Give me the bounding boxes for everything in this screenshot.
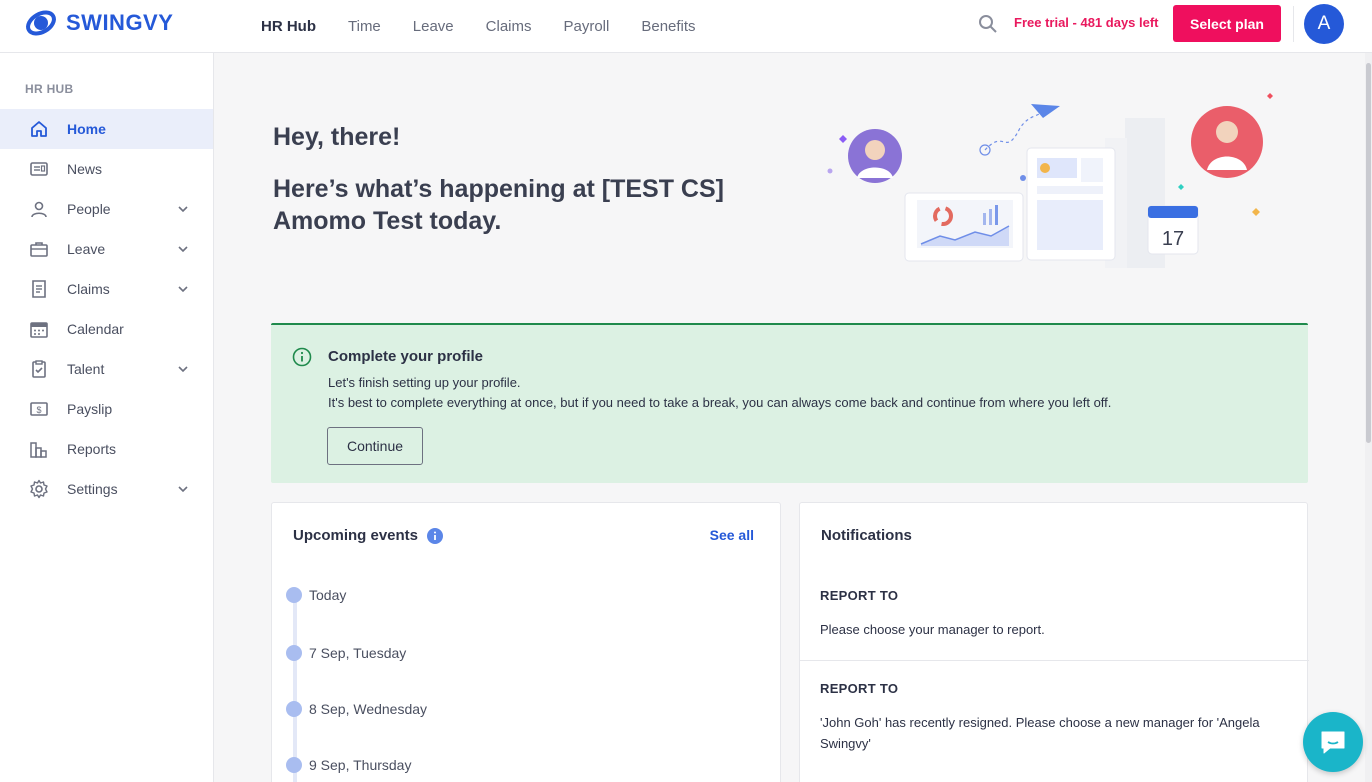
select-plan-button[interactable]: Select plan [1173,5,1281,42]
swingvy-logo[interactable]: SWINGVY [24,8,173,38]
chevron-down-icon[interactable] [177,243,189,255]
chevron-down-icon[interactable] [177,283,189,295]
notification-heading: REPORT TO [820,588,899,603]
sidebar-item-reports[interactable]: Reports [0,429,213,469]
timeline-line [293,595,297,782]
payslip-icon: $ [30,402,48,416]
chevron-down-icon[interactable] [177,363,189,375]
chat-bubble-icon [1321,731,1345,754]
sidebar-item-talent[interactable]: Talent [0,349,213,389]
sidebar-item-claims[interactable]: Claims [0,269,213,309]
sidebar-heading: HR HUB [25,82,74,96]
sidebar-item-label: Home [67,121,106,137]
clipboard-icon [32,360,46,378]
see-all-link[interactable]: See all [710,527,754,543]
main-content: Hey, there! Here’s what’s happening at [… [215,53,1365,782]
sidebar-item-label: Talent [67,361,105,377]
notification-text[interactable]: 'John Goh' has recently resigned. Please… [820,712,1290,754]
home-icon [31,121,47,137]
sidebar-item-leave[interactable]: Leave [0,229,213,269]
nav-hr-hub[interactable]: HR Hub [261,18,316,35]
hero-illustration: 17 [827,93,1273,268]
event-date-item: Today [286,585,346,605]
chevron-down-icon[interactable] [177,483,189,495]
sidebar-item-label: Payslip [67,401,113,417]
sidebar-item-calendar[interactable]: Calendar [0,309,213,349]
timeline-dot [286,587,302,603]
continue-button[interactable]: Continue [327,427,423,465]
banner-text-line2: It's best to complete everything at once… [328,395,1112,410]
info-icon[interactable] [427,528,443,544]
events-title: Upcoming events [293,527,419,544]
banner-title: Complete your profile [328,348,484,365]
sidebar-item-label: Settings [67,481,118,497]
briefcase-icon [30,242,48,257]
event-date-item: 8 Sep, Wednesday [286,699,427,719]
sidebar-item-label: Calendar [67,321,124,337]
sidebar-item-settings[interactable]: Settings [0,469,213,509]
nav-time[interactable]: Time [348,18,381,35]
sidebar-item-label: Reports [67,441,117,457]
sidebar-item-payslip[interactable]: $ Payslip [0,389,213,429]
event-date-item: 7 Sep, Tuesday [286,643,406,663]
chevron-down-icon[interactable] [177,203,189,215]
bar-chart-icon [30,442,47,458]
sidebar-item-label: Claims [67,281,110,297]
scrollbar-thumb[interactable] [1366,63,1371,443]
trial-status: Free trial - 481 days left [1014,15,1159,30]
event-date-item: 9 Sep, Thursday [286,755,411,775]
info-icon [292,347,312,367]
nav-claims[interactable]: Claims [486,18,532,35]
nav-leave[interactable]: Leave [413,18,454,35]
sidebar-item-label: News [67,161,103,177]
sidebar-item-people[interactable]: People [0,189,213,229]
notifications-card: Notifications REPORT TO Please choose yo… [799,502,1309,782]
logo-text: SWINGVY [66,10,174,35]
notification-heading: REPORT TO [820,681,899,696]
sidebar-item-home[interactable]: Home [0,109,213,149]
swingvy-logo-icon [26,10,56,36]
top-bar: SWINGVY HR Hub Time Leave Claims Payroll… [0,0,1372,53]
upcoming-events-card: Upcoming events See all Today 7 Sep, Tue… [271,502,781,782]
calendar-icon [30,322,48,338]
notifications-title: Notifications [821,527,912,544]
page-scrollbar[interactable] [1365,53,1372,782]
timeline-dot [286,701,302,717]
notification-text[interactable]: Please choose your manager to report. [820,619,1290,640]
sidebar-item-label: People [67,201,111,217]
event-date-label: 9 Sep, Thursday [309,757,412,773]
top-nav: HR Hub Time Leave Claims Payroll Benefit… [261,0,728,53]
nav-benefits[interactable]: Benefits [641,18,695,35]
gear-icon [30,479,48,499]
svg-text:$: $ [36,405,41,415]
banner-text-line1: Let's finish setting up your profile. [328,375,521,390]
person-icon [31,201,47,218]
event-date-label: 7 Sep, Tuesday [309,645,407,661]
chat-button[interactable] [1303,712,1363,772]
sidebar: HR HUB Home News People Leave Claims Cal… [0,53,214,782]
sidebar-item-label: Leave [67,241,106,257]
search-icon[interactable] [978,14,998,34]
receipt-icon [32,280,46,298]
event-date-label: Today [309,587,347,603]
notification-divider [800,660,1309,661]
hero-calendar-day: 17 [1162,228,1184,250]
sidebar-item-news[interactable]: News [0,149,213,189]
timeline-dot [286,757,302,773]
news-icon [30,162,48,176]
greeting-subtitle: Here’s what’s happening at [TEST CS] Amo… [273,175,724,235]
complete-profile-banner: Complete your profile Let's finish setti… [271,323,1308,483]
timeline-dot [286,645,302,661]
greeting-title: Hey, there! [273,123,401,151]
event-date-label: 8 Sep, Wednesday [309,701,428,717]
header-divider [1293,6,1294,42]
avatar[interactable]: A [1304,4,1344,44]
nav-payroll[interactable]: Payroll [564,18,610,35]
